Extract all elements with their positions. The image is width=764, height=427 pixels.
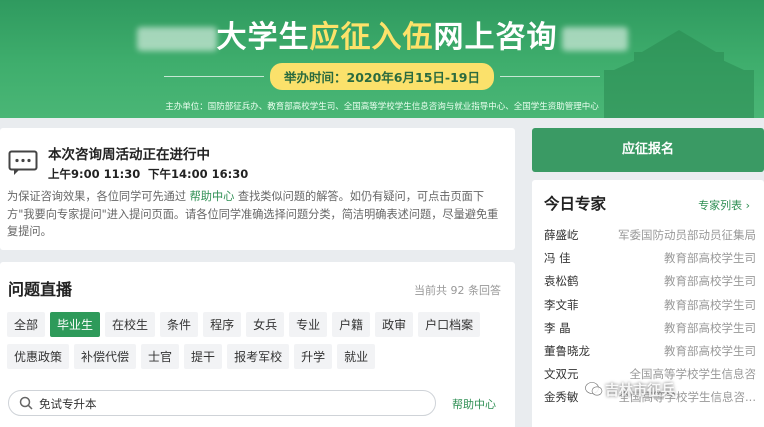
chat-icon <box>8 150 38 175</box>
search-value: 免试专升本 <box>39 397 97 411</box>
expert-org: 教育部高校学生司 <box>664 343 756 358</box>
category-tag[interactable]: 专业 <box>289 312 328 337</box>
watermark: 吉林市征兵 <box>605 383 675 399</box>
expert-row: 袁松鹤 教育部高校学生司 <box>544 273 756 296</box>
category-tag[interactable]: 提干 <box>184 344 223 369</box>
expert-row: 李文菲 教育部高校学生司 <box>544 297 756 320</box>
obscured-year <box>136 26 217 51</box>
category-tag[interactable]: 程序 <box>203 312 242 337</box>
expert-name: 薛盛屹 <box>544 228 579 242</box>
category-tag[interactable]: 在校生 <box>105 312 156 337</box>
expert-row: 董鲁晓龙 教育部高校学生司 <box>544 343 756 366</box>
category-tag[interactable]: 条件 <box>160 312 199 337</box>
obscured-title-end <box>561 26 628 51</box>
category-tag[interactable]: 报考军校 <box>227 344 290 369</box>
expert-name: 董鲁晓龙 <box>544 343 590 358</box>
event-date: 举办时间：2020年6月15日-19日 <box>0 63 764 90</box>
time-afternoon: 下午14:00 16:30 <box>148 167 249 181</box>
category-tag[interactable]: 女兵 <box>246 312 285 337</box>
expert-row: 薛盛屹 军委国防动员部动员征集局 <box>544 227 756 250</box>
category-tag[interactable]: 全部 <box>7 312 46 337</box>
category-tag[interactable]: 政审 <box>375 312 414 337</box>
category-tag[interactable]: 户籍 <box>332 312 371 337</box>
expert-list-link[interactable]: 专家列表 › <box>698 197 750 213</box>
answer-count: 当前共 92 条回答 <box>414 284 501 297</box>
expert-org: 教育部高校学生司 <box>664 297 756 312</box>
expert-name: 文双元 <box>544 367 579 382</box>
category-tags: 全部 毕业生 在校生 条件 程序 女兵 专业 户籍 政审 户口档案优惠政策 补偿代偿 士官 提干 报考军校… <box>7 312 512 369</box>
expert-name: 金秀敏 <box>544 390 579 405</box>
expert-row: 李 晶 教育部高校学生司 <box>544 320 756 343</box>
expert-org: 军委国防动员部动员征集局 <box>618 228 756 242</box>
expert-org: 教育部高校学生司 <box>664 274 756 289</box>
expert-org: 教育部高校学生司 <box>664 251 756 266</box>
category-tag[interactable]: 升学 <box>294 344 333 369</box>
notice-title: 本次咨询周活动正在进行中 <box>48 147 210 163</box>
help-center-link[interactable]: 帮助中心 <box>190 190 235 203</box>
help-center-link-bottom[interactable]: 帮助中心 <box>452 396 496 412</box>
experts-title: 今日专家 <box>544 195 607 213</box>
search-input[interactable]: 免试专升本 <box>8 390 436 416</box>
question-live-card: 问题直播 当前共 92 条回答 全部 毕业生 在校生 条件 程序 女兵 专业 户籍 政审 户口档案… <box>0 262 515 427</box>
notice-card: 本次咨询周活动正在进行中 上午9:00 11:30 下午14:00 16:30 … <box>0 128 515 250</box>
section-title: 问题直播 <box>8 280 73 299</box>
time-morning: 上午9:00 11:30 <box>48 167 141 181</box>
category-tag[interactable]: 就业 <box>337 344 376 369</box>
category-tag[interactable]: 士官 <box>141 344 180 369</box>
expert-name: 李文菲 <box>544 297 579 312</box>
organizers-text: 主办单位：国防部征兵办、教育部高校学生司、全国高等学校学生信息咨询与就业指导中心… <box>165 102 599 112</box>
category-tag[interactable]: 优惠政策 <box>7 344 70 369</box>
expert-name: 李 晶 <box>544 320 571 335</box>
expert-org: 教育部高校学生司 <box>664 320 756 335</box>
category-tag[interactable]: 户口档案 <box>418 312 481 337</box>
header-banner: 大学生应征入伍网上咨询 举办时间：2020年6月15日-19日 主办单位：国防部… <box>0 0 764 118</box>
notice-description: 为保证咨询效果，各位同学可先通过 帮助中心 查找类似问题的解答。如仍有疑问，可点… <box>7 190 499 238</box>
search-icon <box>19 396 33 410</box>
wechat-icon <box>585 382 603 396</box>
page-title: 大学生应征入伍网上咨询 <box>0 12 764 56</box>
category-tag[interactable]: 补偿代偿 <box>74 344 137 369</box>
apply-button[interactable]: 应征报名 <box>532 128 764 172</box>
category-tag[interactable]: 毕业生 <box>50 312 101 337</box>
expert-name: 冯 佳 <box>544 251 571 266</box>
expert-name: 袁松鹤 <box>544 274 579 289</box>
expert-row: 冯 佳 教育部高校学生司 <box>544 250 756 273</box>
